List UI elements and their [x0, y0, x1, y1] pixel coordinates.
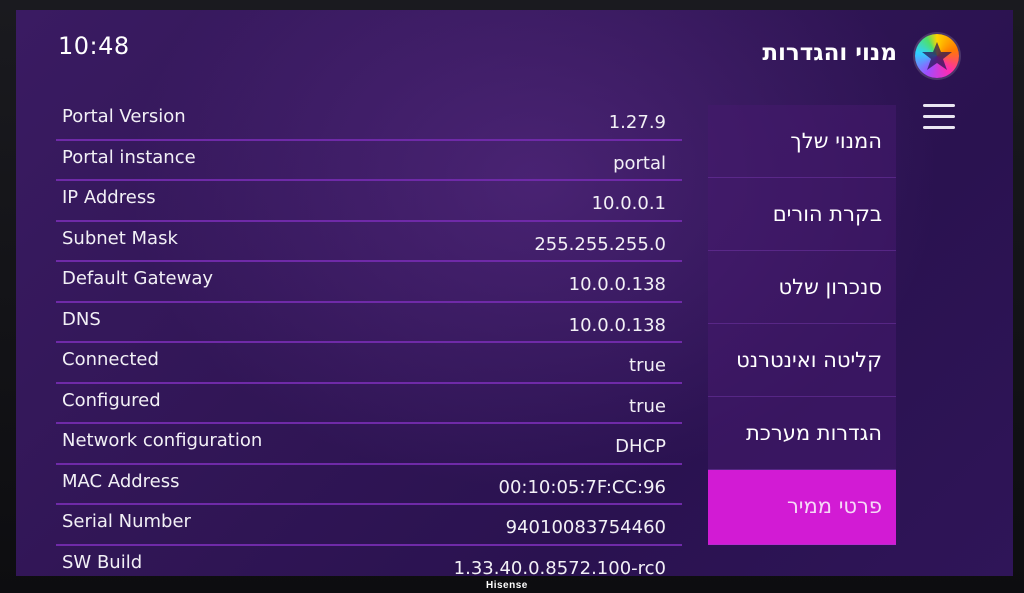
- menu-item-reception-internet[interactable]: קליטה ואינטרנט: [708, 324, 896, 397]
- info-value: 10.0.0.1: [591, 193, 666, 214]
- info-label: DNS: [62, 308, 101, 330]
- info-row-portal-instance: Portal instance portal: [56, 141, 682, 181]
- info-value: 1.33.40.0.8572.100-rc0: [453, 557, 666, 577]
- menu-item-parental-control[interactable]: בקרת הורים: [708, 178, 896, 251]
- info-value: 10.0.0.138: [568, 314, 666, 336]
- settings-menu: המנוי שלך בקרת הורים סנכרון שלט קליטה וא…: [708, 105, 896, 545]
- hamburger-menu-icon[interactable]: [923, 104, 955, 132]
- info-value: 10.0.0.138: [568, 274, 666, 295]
- hamburger-line: [923, 104, 955, 107]
- info-label: Configured: [62, 389, 161, 411]
- info-value: DHCP: [615, 436, 666, 457]
- menu-item-label: הגדרות מערכת: [745, 421, 882, 445]
- info-label: SW Build: [62, 551, 143, 573]
- info-value: 1.27.9: [608, 112, 666, 133]
- info-label: Default Gateway: [62, 268, 214, 289]
- menu-item-remote-sync[interactable]: סנכרון שלט: [708, 251, 896, 324]
- menu-item-label: פרטי ממיר: [786, 494, 882, 518]
- info-row-connected: Connected true: [56, 343, 682, 384]
- info-row-sw-build: SW Build 1.33.40.0.8572.100-rc0: [56, 546, 682, 577]
- info-value: true: [629, 355, 666, 376]
- info-row-subnet-mask: Subnet Mask 255.255.255.0: [56, 222, 682, 262]
- info-label: Network configuration: [62, 430, 263, 451]
- hamburger-line: [923, 126, 955, 129]
- info-row-configured: Configured true: [56, 384, 682, 424]
- info-row-portal-version: Portal Version 1.27.9: [56, 100, 682, 141]
- tv-screen: 10:48 מנוי והגדרות Portal Version 1.27.9…: [16, 10, 1013, 576]
- info-row-ip-address: IP Address 10.0.0.1: [56, 181, 682, 222]
- info-value: 00:10:05:7F:CC:96: [498, 476, 666, 498]
- hamburger-line: [923, 115, 955, 118]
- info-row-dns: DNS 10.0.0.138: [56, 303, 682, 343]
- tv-brand-logo: Hisense: [486, 580, 528, 591]
- clock: 10:48: [58, 32, 130, 60]
- info-row-serial-number: Serial Number 94010083754460: [56, 505, 682, 546]
- info-row-mac-address: MAC Address 00:10:05:7F:CC:96: [56, 465, 682, 505]
- info-label: Connected: [62, 349, 159, 370]
- info-label: Subnet Mask: [62, 227, 178, 249]
- menu-item-subscription[interactable]: המנוי שלך: [708, 105, 896, 178]
- tv-frame: 10:48 מנוי והגדרות Portal Version 1.27.9…: [0, 0, 1024, 593]
- menu-item-label: סנכרון שלט: [778, 275, 882, 299]
- menu-item-label: בקרת הורים: [772, 202, 882, 226]
- info-label: IP Address: [62, 187, 156, 208]
- menu-item-label: המנוי שלך: [790, 129, 882, 153]
- info-label: Portal Version: [62, 106, 186, 127]
- info-value: 255.255.255.0: [534, 233, 666, 255]
- info-value: 94010083754460: [505, 517, 666, 538]
- info-row-network-configuration: Network configuration DHCP: [56, 424, 682, 465]
- star-icon: [922, 42, 952, 70]
- info-label: Serial Number: [62, 511, 191, 532]
- menu-item-system-settings[interactable]: הגדרות מערכת: [708, 397, 896, 470]
- colorful-star-logo-icon: [915, 34, 959, 78]
- menu-item-device-details[interactable]: פרטי ממיר: [708, 470, 896, 545]
- device-info-table: Portal Version 1.27.9 Portal instance po…: [56, 100, 682, 576]
- info-row-default-gateway: Default Gateway 10.0.0.138: [56, 262, 682, 303]
- info-label: Portal instance: [62, 146, 196, 168]
- info-value: true: [629, 395, 666, 417]
- info-value: portal: [613, 152, 666, 174]
- menu-item-label: קליטה ואינטרנט: [736, 348, 882, 372]
- info-label: MAC Address: [62, 470, 180, 492]
- page-title: מנוי והגדרות: [762, 40, 897, 66]
